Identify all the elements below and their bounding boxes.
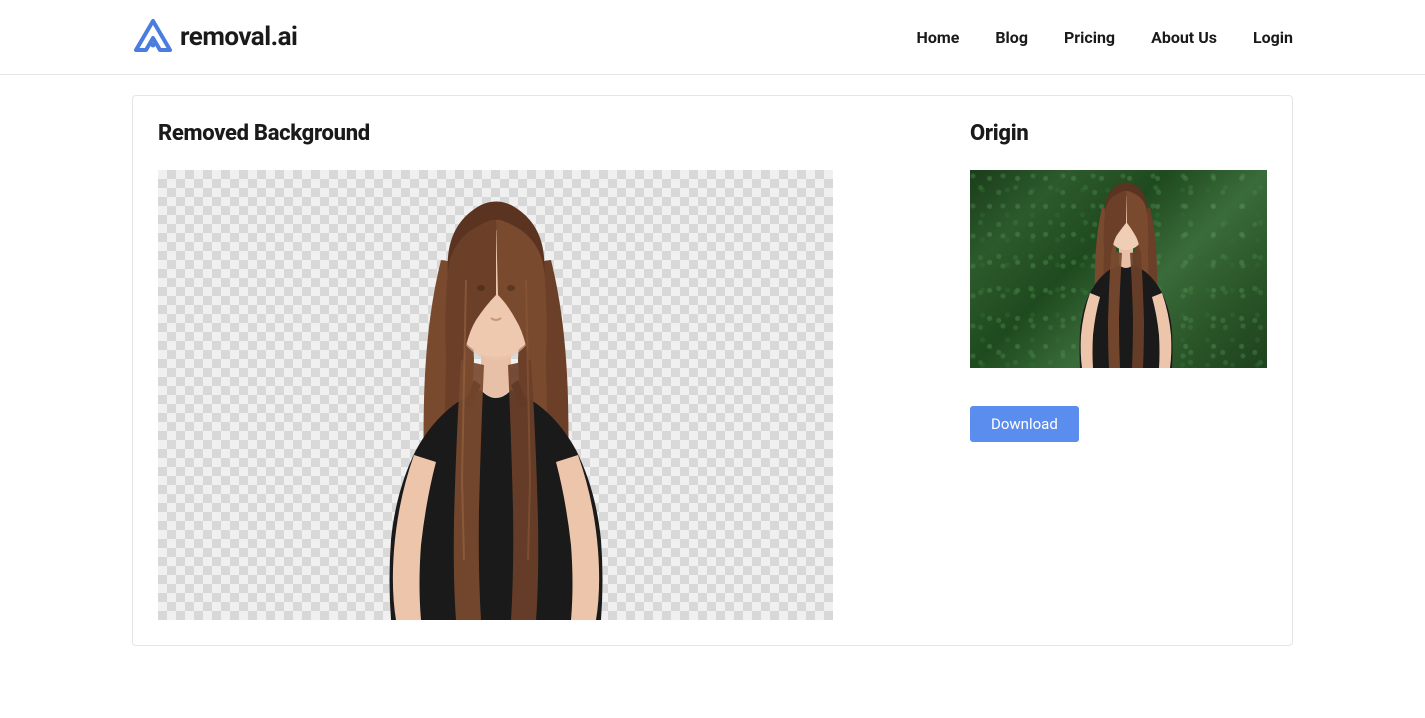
logo-text: removal.ai (180, 22, 297, 52)
nav-home[interactable]: Home (917, 28, 960, 47)
origin-image (970, 170, 1267, 368)
logo-icon (132, 18, 174, 56)
header: removal.ai Home Blog Pricing About Us Lo… (0, 0, 1425, 75)
logo[interactable]: removal.ai (132, 18, 297, 56)
content-wrapper: Removed Background (0, 75, 1425, 666)
main-nav: Home Blog Pricing About Us Login (917, 28, 1293, 47)
nav-blog[interactable]: Blog (995, 28, 1028, 47)
nav-about-us[interactable]: About Us (1151, 28, 1217, 47)
origin-title: Origin (970, 121, 1267, 146)
origin-panel: Origin (970, 121, 1267, 620)
nav-pricing[interactable]: Pricing (1064, 28, 1115, 47)
result-card: Removed Background (132, 95, 1293, 646)
removed-bg-title: Removed Background (158, 121, 835, 146)
origin-person (1056, 173, 1196, 368)
person-cutout (336, 180, 656, 620)
nav-login[interactable]: Login (1253, 28, 1293, 47)
removed-background-panel: Removed Background (158, 121, 835, 620)
download-button[interactable]: Download (970, 406, 1079, 442)
removed-bg-image (158, 170, 833, 620)
